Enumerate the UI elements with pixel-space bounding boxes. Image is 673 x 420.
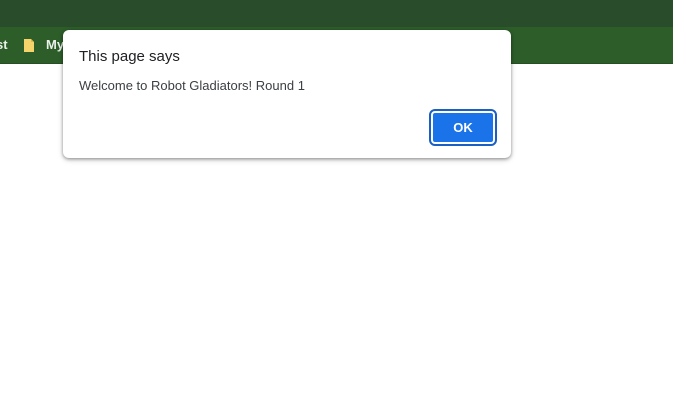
dialog-title: This page says xyxy=(79,48,180,65)
bookmark-folder-label: My xyxy=(46,37,65,52)
browser-title-strip xyxy=(0,0,673,27)
alert-dialog: This page says Welcome to Robot Gladiato… xyxy=(63,30,511,158)
bookmark-item-partial[interactable]: st xyxy=(0,27,8,63)
ok-button[interactable]: OK xyxy=(429,109,497,146)
folder-icon xyxy=(24,38,34,52)
dialog-message: Welcome to Robot Gladiators! Round 1 xyxy=(79,78,305,93)
bookmark-folder-my[interactable]: My xyxy=(24,27,64,63)
